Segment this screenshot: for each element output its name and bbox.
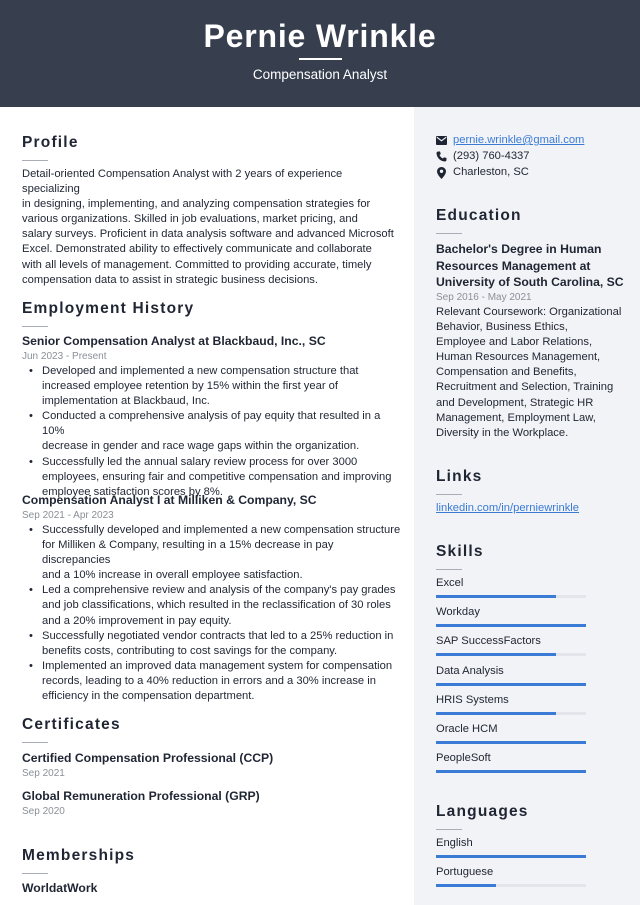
job-dates: Sep 2021 - Apr 2023 <box>22 510 114 521</box>
job-bullet: Implemented an improved data management … <box>22 659 402 704</box>
certificate-date: Sep 2021 <box>22 768 65 779</box>
job-title: Senior Compensation Analyst at Blackbaud… <box>22 334 326 348</box>
skill-level-fill <box>436 770 586 774</box>
section-divider <box>22 326 48 327</box>
language-name: Portuguese <box>436 866 494 879</box>
envelope-icon <box>436 135 447 146</box>
degree-title: Bachelor's Degree in Human Resources Man… <box>436 242 624 289</box>
section-divider <box>22 742 48 743</box>
contact-location: Charleston, SC <box>436 165 529 180</box>
skill-level-bar <box>436 741 586 744</box>
job-dates: Jun 2023 - Present <box>22 351 107 362</box>
profile-heading: Profile <box>22 134 79 151</box>
skill-level-fill <box>436 595 556 598</box>
memberships-heading: Memberships <box>22 847 136 864</box>
membership-name: WorldatWork <box>22 881 98 895</box>
profile-summary: Detail-oriented Compensation Analyst wit… <box>22 167 402 288</box>
contact-email: pernie.wrinkle@gmail.com <box>436 133 584 148</box>
language-level-bar <box>436 884 586 888</box>
language-name: English <box>436 837 473 849</box>
skill-level-fill <box>436 741 586 744</box>
linkedin-link[interactable]: linkedin.com/in/perniewrinkle <box>436 501 579 516</box>
section-divider <box>22 160 48 161</box>
skill-level-bar <box>436 653 586 657</box>
skill-level-fill <box>436 711 556 715</box>
phone-number: (293) 760-4337 <box>453 150 530 162</box>
header-divider <box>299 58 342 60</box>
job-bullet: Successfully negotiated vendor contracts… <box>22 629 402 659</box>
skill-level-bar <box>436 711 586 715</box>
certificates-heading: Certificates <box>22 716 121 733</box>
section-divider <box>436 233 462 234</box>
job-title: Compensation Analyst I at Milliken & Com… <box>22 493 317 507</box>
candidate-title: Compensation Analyst <box>252 67 388 82</box>
skill-name: Excel <box>436 577 464 589</box>
languages-heading: Languages <box>436 803 529 820</box>
profile-line: compensation data to assist in strategic… <box>22 273 319 286</box>
resume-header: Pernie Wrinkle Compensation Analyst <box>0 0 640 107</box>
education-dates: Sep 2016 - May 2021 <box>436 292 532 303</box>
skill-name: Oracle HCM <box>436 723 498 735</box>
skill-name: Workday <box>436 606 480 619</box>
job-bullet: Led a comprehensive review and analysis … <box>22 583 402 628</box>
profile-line: with all levels of management. Committed… <box>22 258 372 271</box>
skill-level-fill <box>436 624 586 628</box>
skill-level-bar <box>436 595 586 598</box>
skill-name: PeopleSoft <box>436 752 491 765</box>
skill-level-fill <box>436 653 556 657</box>
coursework: Relevant Coursework: Organizational Beha… <box>436 306 622 439</box>
job-bullet: Conducted a comprehensive analysis of pa… <box>22 409 402 454</box>
skill-level-fill <box>436 682 586 686</box>
skill-name: SAP SuccessFactors <box>436 635 541 648</box>
certificate-name: Global Remuneration Professional (GRP) <box>22 789 260 803</box>
certificate-date: Sep 2020 <box>22 806 65 817</box>
links-heading: Links <box>436 468 483 485</box>
language-level-fill <box>436 884 496 888</box>
certificate-name: Certified Compensation Professional (CCP… <box>22 751 274 765</box>
profile-line: Excel. Demonstrated ability to effective… <box>22 243 372 256</box>
language-level-fill <box>436 855 586 858</box>
email-link[interactable]: pernie.wrinkle@gmail.com <box>453 133 584 148</box>
profile-line: Detail-oriented Compensation Analyst wit… <box>22 168 343 196</box>
map-pin-icon <box>436 166 447 179</box>
job-bullet: Successfully developed and implemented a… <box>22 523 402 583</box>
profile-line: in designing, implementing, and analyzin… <box>22 198 371 211</box>
job-bullets: Developed and implemented a new compensa… <box>22 364 402 500</box>
job-bullets: Successfully developed and implemented a… <box>22 523 402 704</box>
skill-name: Data Analysis <box>436 664 504 677</box>
contact-phone: (293) 760-4337 <box>436 149 530 164</box>
language-level-bar <box>436 855 586 858</box>
section-divider <box>436 494 462 495</box>
employment-heading: Employment History <box>22 300 195 317</box>
section-divider <box>436 829 462 830</box>
skill-level-bar <box>436 770 586 774</box>
skill-level-bar <box>436 624 586 628</box>
skill-name: HRIS Systems <box>436 693 509 706</box>
location-text: Charleston, SC <box>453 166 529 178</box>
education-heading: Education <box>436 207 522 224</box>
section-divider <box>436 569 462 570</box>
profile-line: salary surveys. Proficient in data analy… <box>22 228 394 241</box>
skills-heading: Skills <box>436 543 484 560</box>
job-bullet: Developed and implemented a new compensa… <box>22 364 402 409</box>
phone-icon <box>436 151 447 162</box>
section-divider <box>22 873 48 874</box>
candidate-name: Pernie Wrinkle <box>203 18 437 54</box>
skill-level-bar <box>436 682 586 686</box>
profile-line: various organizations. Skilled in job ev… <box>22 213 358 226</box>
